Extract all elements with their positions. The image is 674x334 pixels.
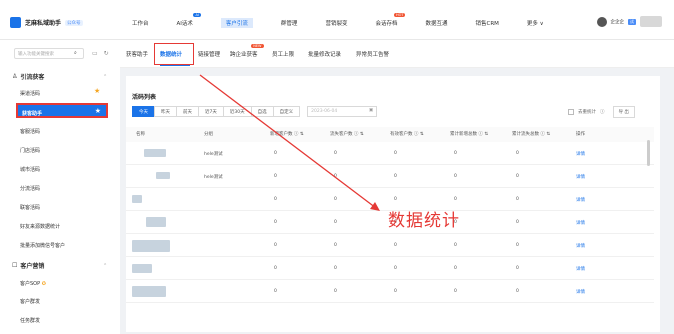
annotation-arrow [199, 74, 380, 211]
annotation-label: 数据统计 [388, 211, 460, 231]
